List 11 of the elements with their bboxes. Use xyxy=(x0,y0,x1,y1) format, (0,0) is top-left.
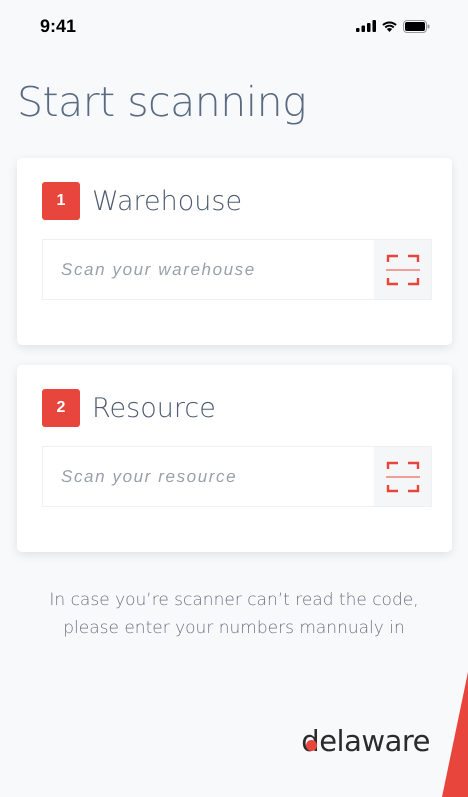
signal-icon xyxy=(356,20,376,32)
battery-icon xyxy=(403,20,430,32)
status-time: 9:41 xyxy=(40,16,76,36)
step-number: 1 xyxy=(42,182,80,220)
step-title: Warehouse xyxy=(92,186,242,216)
help-text: In case you’re scanner can’t read the code, please enter your numbers mannualy in xyxy=(48,589,420,640)
page-title: Start scanning xyxy=(17,78,306,126)
wifi-icon xyxy=(381,20,398,32)
step-number: 2 xyxy=(42,389,80,427)
brand-logo: delaware xyxy=(301,724,430,758)
step-title: Resource xyxy=(92,392,216,424)
